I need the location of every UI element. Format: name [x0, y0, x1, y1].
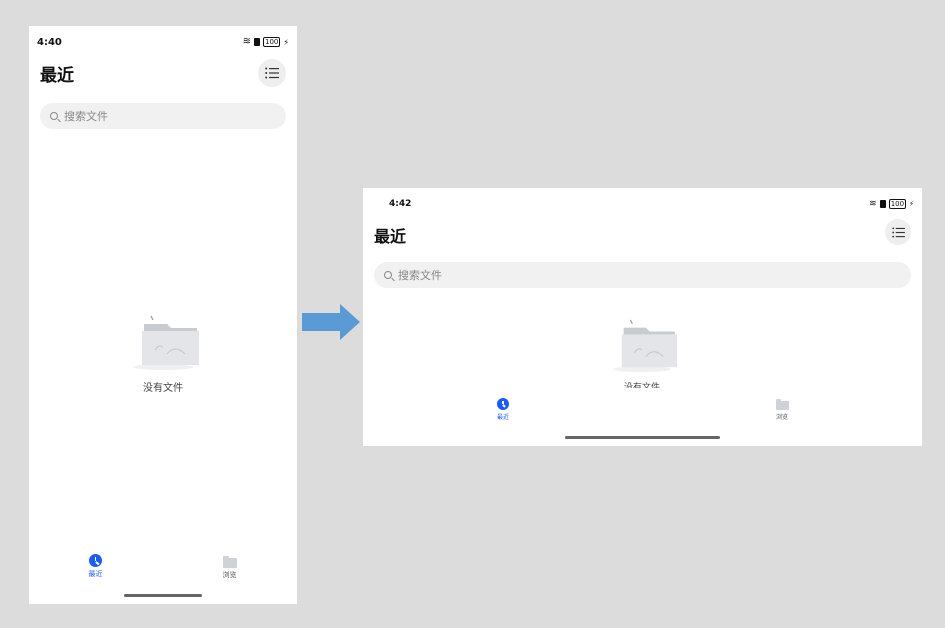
list-icon [891, 226, 905, 238]
empty-label: 没有文件 [143, 383, 183, 394]
folder-icon [222, 556, 237, 568]
tab-recent[interactable]: 最近 [83, 554, 108, 579]
empty-folder-icon [613, 319, 687, 373]
sim-icon [879, 200, 886, 208]
empty-state: 没有文件 [592, 318, 692, 388]
view-menu-button[interactable] [258, 59, 286, 87]
search-icon [50, 112, 58, 120]
search-input[interactable]: 搜索文件 [40, 103, 286, 129]
list-icon [265, 67, 279, 79]
battery-icon: 100 [263, 37, 281, 47]
battery-icon: 100 [888, 199, 907, 209]
tab-browse[interactable]: 浏览 [770, 399, 794, 421]
home-indicator[interactable] [124, 594, 202, 597]
page-title: 最近 [374, 227, 407, 246]
transition-arrow-icon [302, 304, 360, 340]
tab-browse-label: 浏览 [775, 414, 788, 421]
home-indicator[interactable] [565, 436, 720, 439]
tab-recent-label: 最近 [496, 414, 509, 421]
search-icon [384, 271, 392, 279]
landscape-screen: 4:42 ≋ 100 ⚡ 最近 搜索文件 没有文件 最近 浏览 [363, 188, 922, 446]
tab-recent[interactable]: 最近 [491, 398, 515, 421]
search-placeholder: 搜索文件 [398, 269, 442, 282]
empty-folder-icon [133, 315, 209, 370]
tab-recent-label: 最近 [88, 570, 103, 578]
charging-icon: ⚡ [283, 37, 289, 47]
folder-icon [775, 399, 789, 410]
wifi-icon: ≋ [242, 36, 251, 47]
sim-icon [254, 38, 260, 46]
page-title: 最近 [40, 66, 74, 86]
wifi-icon: ≋ [869, 198, 877, 209]
clock-icon [89, 554, 102, 567]
empty-state: 没有文件 [113, 314, 213, 394]
status-icons: ≋ 100 ⚡ [869, 199, 914, 209]
bottom-tab-bar: 最近 浏览 [363, 388, 922, 446]
tab-browse[interactable]: 浏览 [217, 556, 242, 580]
status-icons: ≋ 100 ⚡ [243, 37, 289, 47]
tab-browse-label: 浏览 [222, 571, 237, 579]
status-time: 4:42 [389, 199, 412, 209]
view-menu-button[interactable] [885, 219, 911, 245]
empty-label: 没有文件 [623, 383, 660, 388]
status-time: 4:40 [37, 37, 62, 48]
search-placeholder: 搜索文件 [64, 110, 108, 123]
search-input[interactable]: 搜索文件 [374, 262, 911, 288]
portrait-screen: 4:40 ≋ 100 ⚡ 最近 搜索文件 没有文件 最近 浏览 [29, 26, 297, 604]
clock-icon [497, 398, 509, 410]
charging-icon: ⚡ [909, 200, 914, 208]
